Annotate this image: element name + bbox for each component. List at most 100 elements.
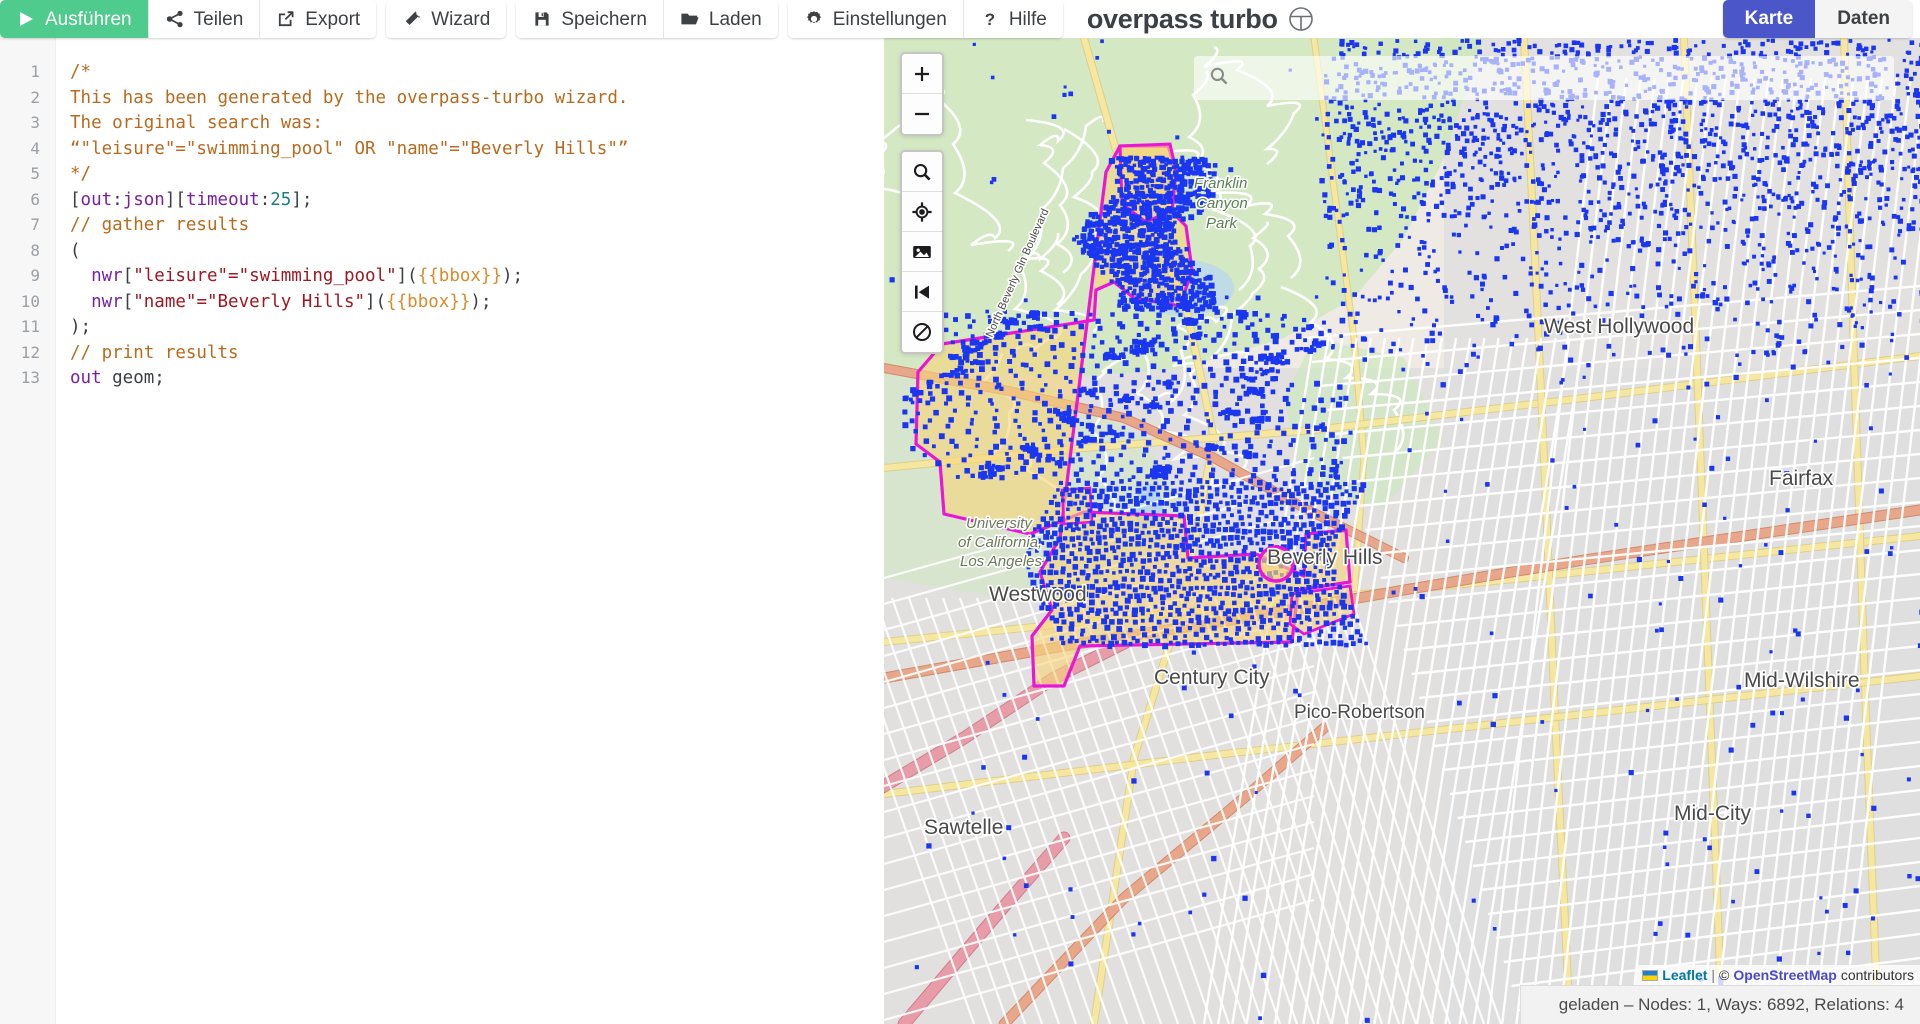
skip-back-button[interactable] xyxy=(902,272,942,312)
code-line: 5 */ xyxy=(0,161,884,187)
image-export-button[interactable] xyxy=(902,232,942,272)
zoom-out-button[interactable] xyxy=(902,94,942,134)
zoom-in-button[interactable] xyxy=(902,54,942,94)
image-export-icon xyxy=(911,241,933,263)
load-button[interactable]: Laden xyxy=(663,0,778,38)
brand-title: overpass turbo xyxy=(1086,3,1278,34)
code-line: 1 /* xyxy=(0,59,884,85)
wizard-button-label: Wizard xyxy=(431,8,491,30)
query-editor-pane[interactable]: 1 /* 2 This has been generated by the overp… xyxy=(0,38,884,1024)
export-button-label: Export xyxy=(305,8,361,30)
code-token: [ xyxy=(122,266,134,286)
map-label: West Hollywood xyxy=(1544,315,1694,338)
toolbar-group-file: Speichern Laden xyxy=(516,0,778,38)
magic-wand-icon xyxy=(402,9,422,29)
code-token: // print results xyxy=(70,342,239,363)
code-token: The original search was: xyxy=(70,113,323,133)
load-button-label: Laden xyxy=(708,8,762,30)
line-number: 3 xyxy=(30,113,40,132)
wizard-button[interactable]: Wizard xyxy=(386,0,507,38)
tab-map[interactable]: Karte xyxy=(1722,0,1816,38)
code-token: timeout xyxy=(185,189,260,210)
question-mark-icon: ? xyxy=(980,9,1000,29)
code-token: */ xyxy=(70,164,92,184)
map-label: Century City xyxy=(1154,666,1270,689)
share-button[interactable]: Teilen xyxy=(148,0,261,38)
map-label: Fairfax xyxy=(1769,467,1834,490)
code-token: nwr xyxy=(91,291,123,312)
no-entry-icon xyxy=(911,321,933,343)
svg-text:?: ? xyxy=(985,10,995,28)
code-token: ); xyxy=(470,291,492,312)
line-number: 10 xyxy=(20,291,40,311)
brand: overpass turbo xyxy=(1087,0,1314,38)
map-view[interactable]: Franklin Canyon Park North Beverly Gln Boul… xyxy=(884,38,1920,1024)
code-line: 7 // gather results xyxy=(0,212,884,238)
code-token: out xyxy=(70,368,102,388)
save-button[interactable]: Speichern xyxy=(516,0,664,38)
map-label: Pico-Robertson xyxy=(1294,702,1425,723)
save-disk-icon xyxy=(532,9,552,29)
map-label: Beverly Hills xyxy=(1267,546,1383,569)
map-search-bar[interactable] xyxy=(1194,56,1894,100)
code-token: "name"="Beverly Hills" xyxy=(133,291,366,312)
code-line: 6 [out:json][timeout:25]; xyxy=(0,187,884,213)
attribution-separator: | xyxy=(1711,967,1716,983)
help-button-label: Hilfe xyxy=(1008,8,1047,30)
share-button-label: Teilen xyxy=(193,8,244,30)
locate-crosshair-icon xyxy=(911,201,933,223)
map-label: Westwood xyxy=(989,583,1087,606)
help-button[interactable]: ? Hilfe xyxy=(963,0,1063,38)
cancel-button[interactable] xyxy=(902,312,942,352)
status-bar: geladen – Nodes: 1, Ways: 6892, Relation… xyxy=(1520,985,1920,1024)
zoom-control xyxy=(900,52,944,136)
map-label: University xyxy=(966,515,1033,532)
line-number: 1 xyxy=(30,62,40,81)
toolbar-group-run: Ausführen Teilen Export xyxy=(0,0,377,38)
map-label: Sawtelle xyxy=(924,816,1003,839)
code-token: "leisure"="swimming_pool" xyxy=(133,266,397,286)
status-text: geladen – Nodes: 1, Ways: 6892, Relation… xyxy=(1558,995,1904,1014)
line-number: 9 xyxy=(30,266,40,285)
code-token: {{bbox}} xyxy=(417,266,503,286)
code-line: 3 The original search was: xyxy=(0,110,884,136)
attribution-contributors: contributors xyxy=(1840,967,1914,983)
code-token: ); xyxy=(502,266,524,286)
code-token: 25 xyxy=(270,189,292,210)
run-button-label: Ausführen xyxy=(45,8,132,30)
code-line: 4 “"leisure"="swimming_pool" OR "name"="B… xyxy=(0,136,884,162)
gear-icon xyxy=(804,9,824,29)
code-token: [ xyxy=(122,291,134,312)
line-number: 7 xyxy=(30,215,40,234)
code-token: /* xyxy=(70,62,92,82)
leaflet-flag-icon xyxy=(1642,969,1659,981)
run-button[interactable]: Ausführen xyxy=(0,0,149,38)
map-canvas[interactable]: FranklinCanyonParkNorth Beverly Gln Boul… xyxy=(884,38,1920,1024)
code-token: json xyxy=(122,189,165,210)
leaflet-link[interactable]: Leaflet xyxy=(1662,967,1707,983)
line-number: 4 xyxy=(30,138,40,158)
code-token: : xyxy=(259,189,271,210)
tab-data[interactable]: Daten xyxy=(1815,0,1912,38)
line-number: 13 xyxy=(20,368,40,387)
export-button[interactable]: Export xyxy=(260,0,377,38)
openstreetmap-link[interactable]: OpenStreetMap xyxy=(1733,967,1836,983)
query-code[interactable]: 1 /* 2 This has been generated by the overp… xyxy=(0,59,884,391)
code-token: ); xyxy=(70,317,92,337)
code-line: 12 // print results xyxy=(0,340,884,366)
code-token: // gather results xyxy=(70,215,250,235)
code-token: nwr xyxy=(91,266,123,286)
map-attribution: Leaflet | © OpenStreetMap contributors xyxy=(1636,965,1920,985)
view-tab-group: Karte Daten xyxy=(1722,0,1912,38)
locate-button[interactable] xyxy=(902,192,942,232)
line-number: 6 xyxy=(30,189,40,209)
code-token: ][ xyxy=(164,189,186,210)
settings-button-label: Einstellungen xyxy=(832,8,947,30)
code-token: [ xyxy=(70,189,81,210)
map-tool-control xyxy=(900,150,944,354)
search-input[interactable] xyxy=(1240,67,1880,89)
map-search-button[interactable] xyxy=(902,152,942,192)
play-icon xyxy=(16,9,36,29)
settings-button[interactable]: Einstellungen xyxy=(787,0,964,38)
